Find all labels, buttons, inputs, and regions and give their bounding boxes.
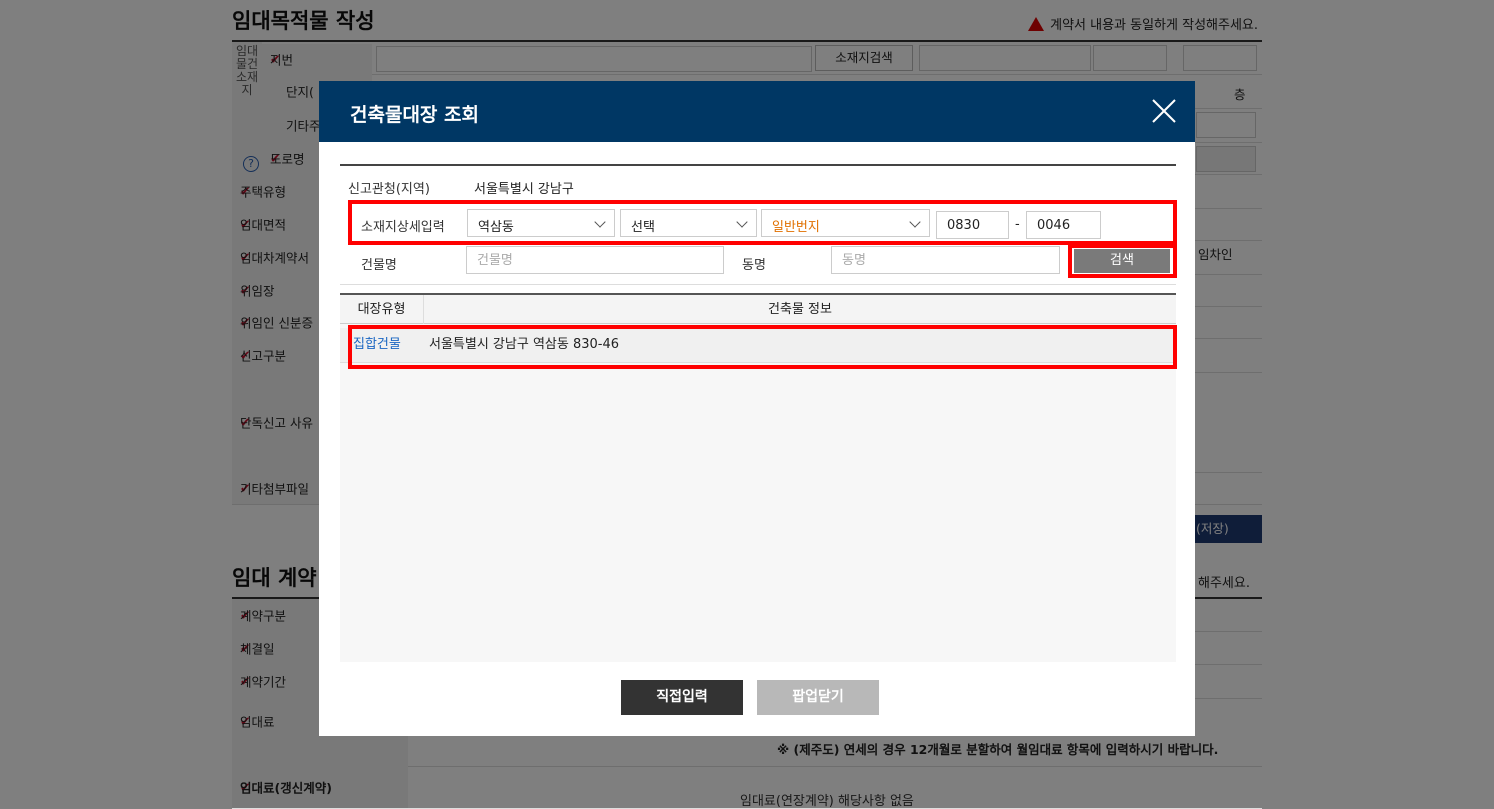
building-info: 서울특별시 강남구 역삼동 830-46 [429, 337, 620, 352]
dong-select[interactable]: 역삼동 [467, 209, 615, 237]
form-divider [340, 164, 1176, 166]
chevron-down-icon [594, 216, 606, 228]
modal-header: 건축물대장 조회 [319, 81, 1195, 142]
building-register-modal: 건축물대장 조회 신고관청(지역) 서울특별시 강남구 소재지상세입력 역삼동 … [319, 81, 1195, 736]
office-value: 서울특별시 강남구 [474, 182, 574, 197]
bunji-type-select[interactable]: 일반번지 [761, 209, 930, 237]
chevron-down-icon [909, 216, 921, 228]
close-popup-button[interactable]: 팝업닫기 [757, 680, 879, 715]
bun-input[interactable] [936, 211, 1009, 239]
col-header-info: 건축물 정보 [768, 302, 832, 317]
dong-name-input[interactable] [831, 246, 1060, 274]
ri-select[interactable]: 선택 [620, 209, 757, 237]
dash-separator: - [1015, 217, 1020, 232]
close-icon[interactable] [1151, 98, 1177, 124]
detail-label: 소재지상세입력 [361, 220, 445, 235]
chevron-down-icon [736, 216, 748, 228]
dong-name-label: 동명 [742, 258, 766, 273]
building-name-input[interactable] [466, 246, 724, 274]
results-table-body: 집합건물 서울특별시 강남구 역삼동 830-46 [340, 324, 1176, 662]
results-table-header: 대장유형 건축물 정보 [340, 293, 1176, 324]
register-type-link[interactable]: 집합건물 [340, 328, 423, 362]
ji-input[interactable] [1026, 211, 1101, 239]
search-button[interactable]: 검색 [1074, 249, 1170, 273]
col-header-type: 대장유형 [340, 295, 424, 324]
table-row[interactable]: 집합건물 서울특별시 강남구 역삼동 830-46 [340, 328, 1176, 363]
form-bottom-line [340, 284, 1176, 285]
direct-input-button[interactable]: 직접입력 [621, 680, 743, 715]
office-label: 신고관청(지역) [348, 182, 430, 197]
modal-title: 건축물대장 조회 [350, 104, 479, 126]
building-name-label: 건물명 [361, 258, 397, 273]
